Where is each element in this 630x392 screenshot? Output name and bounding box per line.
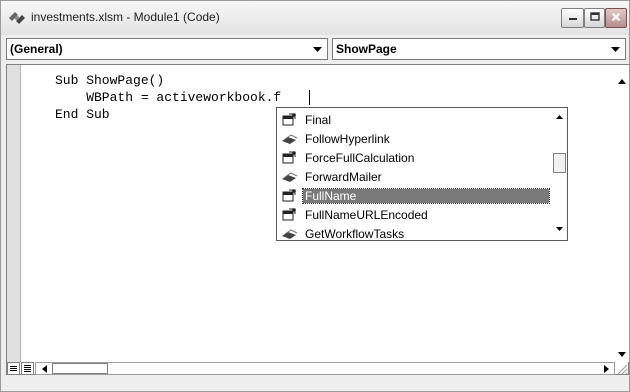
chevron-down-icon[interactable] <box>607 40 624 58</box>
maximize-icon <box>589 9 600 27</box>
autocomplete-item[interactable]: GetWorkflowTasks <box>279 224 549 243</box>
autocomplete-item-label: FullNameURLEncoded <box>305 207 428 222</box>
window-title: investments.xlsm - Module1 (Code) <box>31 10 220 24</box>
autocomplete-item[interactable]: Final <box>279 110 549 129</box>
property-icon <box>279 150 301 165</box>
property-icon <box>279 112 301 127</box>
chevron-down-icon[interactable] <box>309 40 326 58</box>
code-line[interactable]: Sub ShowPage() <box>55 73 164 88</box>
autocomplete-item[interactable]: FullNameURLEncoded <box>279 205 549 224</box>
code-line[interactable]: End Sub <box>55 107 110 122</box>
vertical-scrollbar[interactable] <box>615 65 629 362</box>
vba-module-icon <box>7 9 27 27</box>
margin-indicator-bar[interactable] <box>7 65 21 362</box>
scroll-left-arrow-icon[interactable] <box>38 364 50 374</box>
procedure-view-button[interactable] <box>7 362 20 375</box>
autocomplete-item-label: ForceFullCalculation <box>305 150 415 165</box>
method-icon <box>279 170 301 184</box>
object-dropdown[interactable]: (General) <box>6 38 328 60</box>
method-icon <box>279 132 301 146</box>
vbe-code-window: investments.xlsm - Module1 (Code) (Gener… <box>0 0 630 392</box>
maximize-button[interactable] <box>584 8 605 28</box>
scroll-right-arrow-icon[interactable] <box>600 364 612 374</box>
procedure-dropdown-value: ShowPage <box>336 42 397 56</box>
autocomplete-member-list[interactable]: Final FollowHyperlink ForceFullCalculation… <box>276 107 568 241</box>
text-caret <box>309 90 310 105</box>
scroll-down-arrow-icon[interactable] <box>615 346 629 362</box>
horizontal-scroll-thumb[interactable] <box>52 363 108 374</box>
code-pane-footer <box>7 362 628 375</box>
scroll-down-arrow-icon[interactable] <box>554 224 564 234</box>
autocomplete-item-label: FullName <box>302 187 550 204</box>
close-icon <box>611 9 621 27</box>
minimize-button[interactable] <box>561 8 584 28</box>
procedure-dropdown[interactable]: ShowPage <box>332 38 626 60</box>
autocomplete-item[interactable]: FullName <box>279 186 550 205</box>
minimize-icon <box>568 9 578 27</box>
scroll-up-arrow-icon[interactable] <box>554 112 564 122</box>
scroll-up-arrow-icon[interactable] <box>615 73 629 89</box>
autocomplete-item[interactable]: ForceFullCalculation <box>279 148 549 167</box>
autocomplete-item[interactable]: ForwardMailer <box>279 167 549 186</box>
horizontal-scrollbar[interactable] <box>35 362 615 375</box>
property-icon <box>279 207 301 222</box>
close-button[interactable] <box>605 8 627 28</box>
autocomplete-item-label: ForwardMailer <box>305 169 382 184</box>
resize-grip-icon[interactable] <box>615 362 628 375</box>
property-icon <box>279 188 301 203</box>
code-line[interactable]: WBPath = activeworkbook.f <box>55 90 281 105</box>
method-icon <box>279 227 301 241</box>
autocomplete-scroll-thumb[interactable] <box>553 153 566 173</box>
autocomplete-item-label: GetWorkflowTasks <box>305 226 405 241</box>
autocomplete-scrollbar[interactable] <box>551 108 567 240</box>
object-dropdown-value: (General) <box>10 42 63 56</box>
autocomplete-item[interactable]: FollowHyperlink <box>279 129 549 148</box>
title-bar[interactable]: investments.xlsm - Module1 (Code) <box>1 1 629 35</box>
autocomplete-item-label: Final <box>305 112 332 127</box>
full-module-view-button[interactable] <box>21 362 34 375</box>
autocomplete-item-label: FollowHyperlink <box>305 131 390 146</box>
